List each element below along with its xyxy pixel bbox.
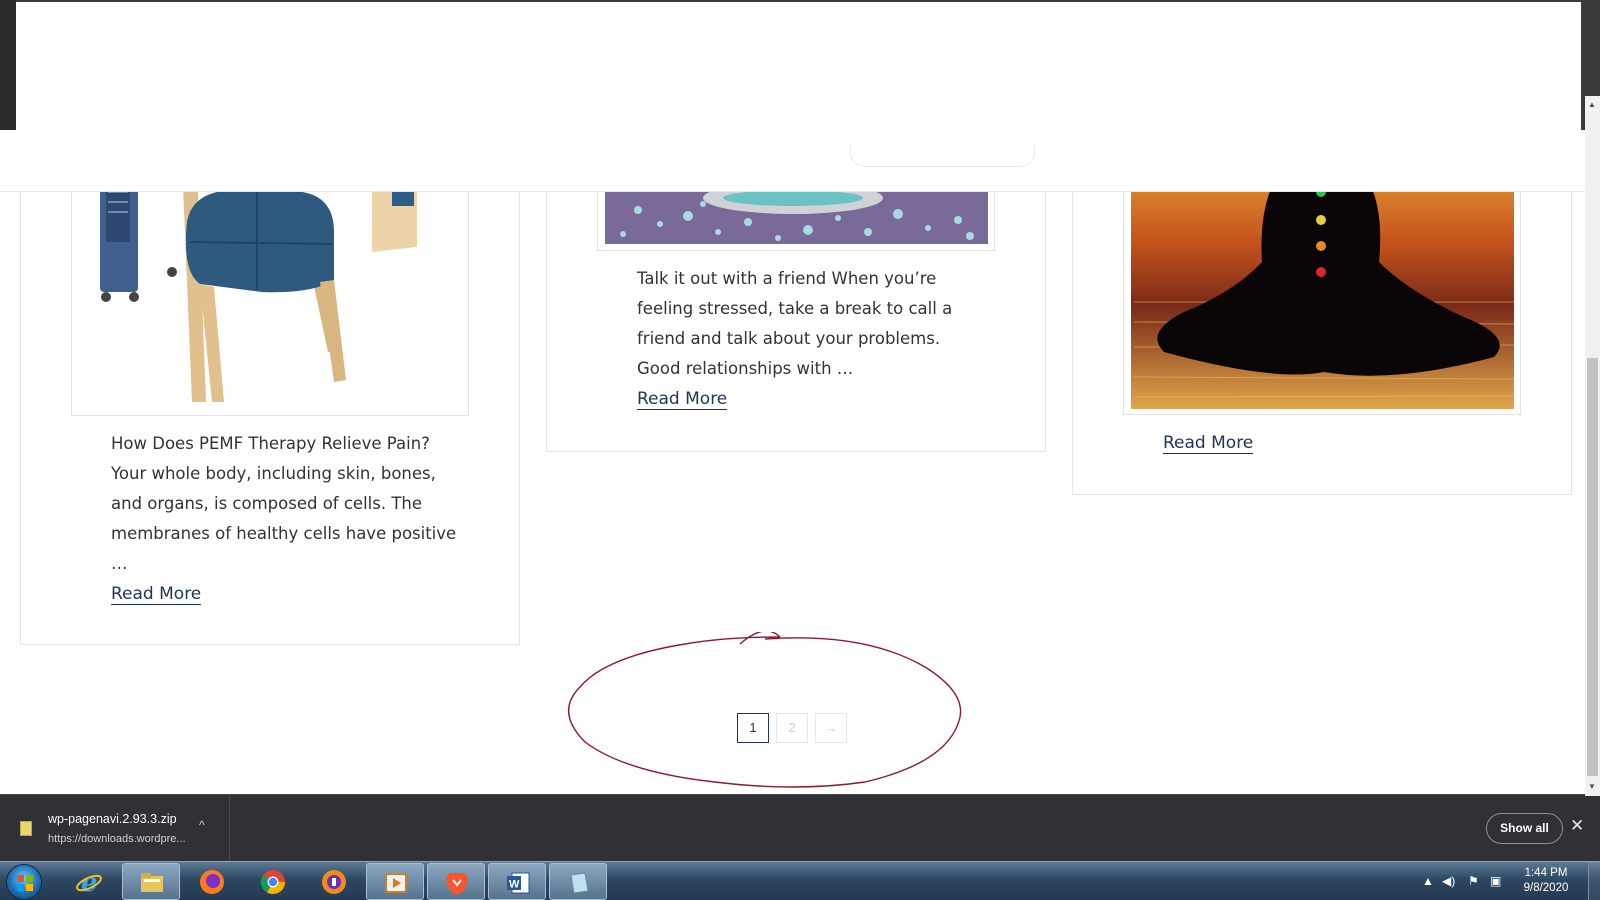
- taskbar-word[interactable]: W: [488, 863, 546, 900]
- word-icon: W: [507, 872, 530, 894]
- taskbar-brave[interactable]: [427, 863, 485, 900]
- taskbar-vpn-browser[interactable]: [305, 863, 363, 900]
- post-card-1-excerpt: How Does PEMF Therapy Relieve Pain? Your…: [111, 429, 471, 579]
- post-card-2: Talk it out with a friend When you’re fe…: [546, 150, 1046, 452]
- windows-logo-icon: [17, 875, 33, 891]
- excerpt-line: feeling stressed, take a break to call a: [637, 299, 953, 318]
- svg-text:W: W: [509, 879, 520, 891]
- download-url: https://downloads.wordpre...: [48, 833, 186, 845]
- post-card-2-read-more-link[interactable]: Read More: [637, 389, 728, 410]
- taskbar-notepad[interactable]: [549, 863, 607, 900]
- download-file-name: wp-pagenavi.2.93.3.zip: [48, 812, 177, 826]
- tray-expand-icon[interactable]: ▲: [1422, 874, 1434, 888]
- taskbar-ie[interactable]: e: [60, 863, 118, 900]
- taskbar-media-player[interactable]: [366, 863, 424, 900]
- post-card-3: Read More: [1072, 150, 1572, 495]
- excerpt-line: Your whole body, including skin, bones,: [111, 464, 436, 483]
- flag-icon[interactable]: ⚑: [1468, 874, 1479, 888]
- notepad-icon: [570, 872, 589, 894]
- file-explorer-icon: [141, 873, 163, 892]
- excerpt-line: and organs, is composed of cells. The: [111, 494, 423, 513]
- post-card-2-excerpt: Talk it out with a friend When you’re fe…: [637, 264, 997, 384]
- blank-overlay-panel: [16, 2, 1581, 132]
- taskbar-explorer[interactable]: [122, 863, 180, 900]
- network-icon[interactable]: ▣: [1490, 874, 1501, 888]
- download-item[interactable]: wp-pagenavi.2.93.3.zip https://downloads…: [0, 795, 230, 861]
- post-card-3-read-more-link[interactable]: Read More: [1163, 433, 1254, 454]
- header-search-tab[interactable]: [850, 145, 1035, 167]
- scroll-up-arrow-icon[interactable]: ▲: [1588, 100, 1596, 109]
- excerpt-line: Talk it out with a friend When you’re: [637, 269, 937, 288]
- chrome-icon: [261, 870, 285, 895]
- taskbar-chrome[interactable]: [244, 863, 302, 900]
- excerpt-line: Good relationships with …: [637, 359, 854, 378]
- volume-icon[interactable]: ◀): [1442, 874, 1455, 888]
- post-card-1-read-more-link[interactable]: Read More: [111, 584, 202, 605]
- wordpress-admin-edge: [0, 0, 16, 130]
- zip-file-icon: [20, 821, 32, 836]
- brave-icon: [446, 873, 468, 895]
- annotation-circle: [567, 632, 962, 788]
- post-card-1: How Does PEMF Therapy Relieve Pain? Your…: [20, 150, 520, 645]
- clock[interactable]: 1:44 PM 9/8/2020: [1510, 866, 1582, 896]
- page-2-button[interactable]: 2: [776, 713, 808, 743]
- download-bar: wp-pagenavi.2.93.3.zip https://downloads…: [0, 794, 1600, 861]
- excerpt-line: friend and talk about your problems.: [637, 329, 941, 348]
- scroll-down-arrow-icon[interactable]: ▼: [1588, 782, 1596, 791]
- media-player-icon: [385, 873, 407, 893]
- show-desktop-button[interactable]: [1588, 862, 1600, 900]
- show-all-button[interactable]: Show all: [1486, 813, 1563, 844]
- excerpt-line: membranes of healthy cells have positive: [111, 524, 457, 543]
- clock-date: 9/8/2020: [1523, 882, 1569, 894]
- close-icon[interactable]: ✕: [1570, 816, 1584, 836]
- firefox-icon: [200, 870, 224, 894]
- screen: ▲ ▼ How Does PEMF Therapy Relieve Pain? …: [0, 0, 1600, 900]
- vertical-scrollbar[interactable]: ▲ ▼: [1585, 96, 1600, 796]
- chevron-up-icon[interactable]: ^: [199, 818, 205, 832]
- taskbar-firefox[interactable]: [183, 863, 241, 900]
- vpn-browser-icon: [322, 870, 346, 894]
- excerpt-line: How Does PEMF Therapy Relieve Pain?: [111, 434, 430, 453]
- site-header-band: [0, 130, 1585, 192]
- scrollbar-thumb[interactable]: [1587, 358, 1598, 776]
- clock-time: 1:44 PM: [1524, 867, 1568, 879]
- windows-taskbar: e W ▲ ◀) ⚑ ▣ 1:44 PM 9/8/2020: [0, 861, 1600, 900]
- svg-text:e: e: [81, 868, 98, 896]
- internet-explorer-icon: e: [76, 868, 102, 896]
- next-page-button[interactable]: →: [815, 713, 847, 743]
- page-1-button[interactable]: 1: [737, 713, 769, 743]
- start-button[interactable]: [6, 864, 42, 900]
- excerpt-line: …: [111, 554, 128, 573]
